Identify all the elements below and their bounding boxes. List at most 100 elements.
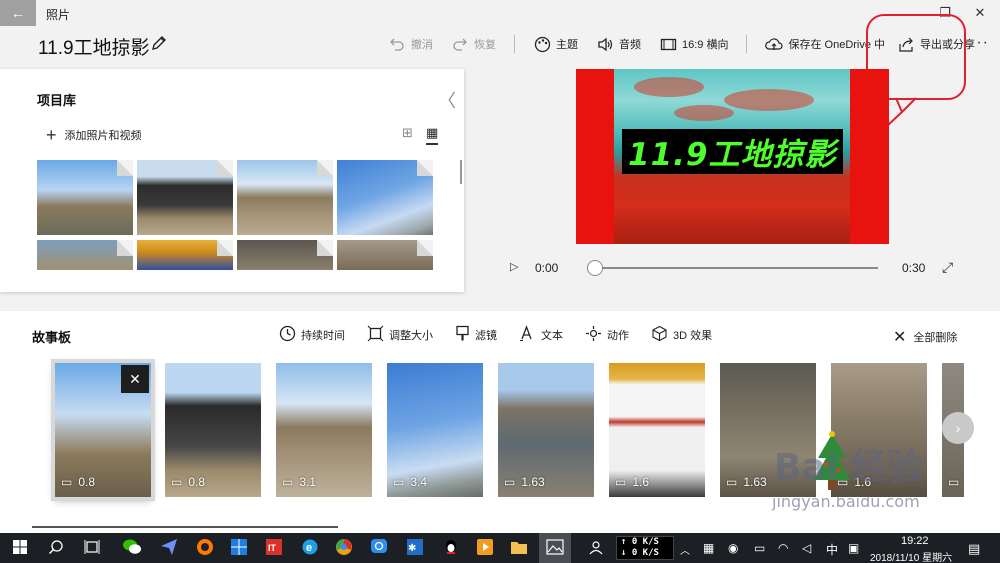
svg-text:✱: ✱ xyxy=(408,543,416,554)
text-icon xyxy=(519,325,536,345)
svg-text:IT: IT xyxy=(268,543,277,553)
clip-duration: ▭ 1.63 xyxy=(504,475,545,489)
clip-duration-value: 1.6 xyxy=(632,475,650,489)
current-time: 0:00 xyxy=(535,261,559,275)
library-item[interactable] xyxy=(137,240,233,270)
preview-cloud xyxy=(724,89,814,111)
storyboard-clip[interactable]: ▭ 0.8 xyxy=(165,363,261,497)
storyboard-toolbar: 持续时间 调整大小 滤镜 文本 动作 3D 效果 xyxy=(279,325,734,345)
tray-grid-icon[interactable]: ▦ xyxy=(703,541,714,555)
filters-button[interactable]: 滤镜 xyxy=(455,325,497,345)
storyboard-clip[interactable]: ▭ 1.6 xyxy=(831,363,927,497)
total-time: 0:30 xyxy=(902,261,926,275)
people-button[interactable] xyxy=(586,536,610,560)
clock-date[interactable]: 2018/11/10 星期六 xyxy=(870,549,952,563)
resize-button[interactable]: 调整大小 xyxy=(367,325,433,345)
duration-button[interactable]: 持续时间 xyxy=(279,325,345,345)
image-icon: ▭ xyxy=(504,475,516,489)
people-icon xyxy=(589,539,607,558)
3d-effects-icon xyxy=(651,325,668,345)
ime-mode-icon[interactable]: ▣ xyxy=(848,541,859,555)
library-item[interactable] xyxy=(137,160,233,235)
video-player-icon xyxy=(476,538,494,559)
resize-label: 调整大小 xyxy=(389,330,433,342)
motion-icon xyxy=(585,325,602,345)
remove-all-label: 全部删除 xyxy=(913,332,958,344)
clip-duration: ▭ xyxy=(948,475,964,489)
taskbar-app-chrome[interactable] xyxy=(332,536,356,560)
storyboard-panel: 故事板 持续时间 调整大小 滤镜 文本 动作 3D 效果 ✕ 全部删除 ✕ ▭ … xyxy=(0,311,1000,533)
taskbar-app-store[interactable]: ✱ xyxy=(403,536,427,560)
storyboard-clip[interactable]: ▭ 1.63 xyxy=(498,363,594,497)
battery-icon[interactable]: ▭ xyxy=(754,541,765,555)
wifi-icon[interactable]: ◠ xyxy=(778,541,788,555)
remove-all-button[interactable]: ✕ 全部删除 xyxy=(893,327,957,347)
taskbar-app-qq-pinyin[interactable] xyxy=(367,536,391,560)
storyboard-next-button[interactable]: › xyxy=(942,412,974,444)
duration-label: 持续时间 xyxy=(301,330,345,342)
storyboard-scrollbar[interactable] xyxy=(32,526,338,528)
ie-browser-icon: e xyxy=(301,538,319,559)
preview-cloud xyxy=(674,105,734,121)
library-scrollbar[interactable] xyxy=(460,160,462,184)
large-grid-view-icon[interactable]: ▦ xyxy=(426,125,439,145)
taskbar-app-qq[interactable] xyxy=(439,536,463,560)
library-item[interactable] xyxy=(37,240,133,270)
taskbar-app-video[interactable] xyxy=(473,536,497,560)
storyboard-clip[interactable]: ▭ 3.4 xyxy=(387,363,483,497)
taskbar-app-it[interactable]: IT xyxy=(262,536,286,560)
library-item[interactable] xyxy=(237,240,333,270)
storyboard-clip[interactable]: ▭ 1.63 xyxy=(720,363,816,497)
fullscreen-icon[interactable]: ⤢ xyxy=(942,259,953,276)
play-icon[interactable]: ▷ xyxy=(510,260,518,273)
add-photos-videos-button[interactable]: + 添加照片和视频 xyxy=(46,126,142,144)
library-item[interactable] xyxy=(237,160,333,235)
close-x-icon: ✕ xyxy=(893,329,907,346)
motion-label: 动作 xyxy=(607,330,629,342)
tray-show-hidden-icon[interactable]: ︿ xyxy=(680,542,690,557)
image-icon: ▭ xyxy=(393,475,405,489)
chevron-right-icon: › xyxy=(955,420,961,436)
clock-time[interactable]: 19:22 xyxy=(901,535,929,547)
3d-effects-button[interactable]: 3D 效果 xyxy=(651,325,712,345)
blue-bubble-icon xyxy=(370,538,388,559)
taskbar-app-file-explorer[interactable] xyxy=(507,536,531,560)
taskbar-app-firefox[interactable] xyxy=(193,536,217,560)
windows-taskbar: IT e ✱ ↑ 0 K/S ↓ 0 K/S ︿ ▦ ◉ ▭ ◠ ◁ 中 ▣ 1… xyxy=(0,533,1000,563)
clip-duration: ▭ 1.6 xyxy=(837,475,871,489)
ime-language[interactable]: 中 xyxy=(826,541,838,558)
start-button[interactable] xyxy=(8,536,32,560)
library-item[interactable] xyxy=(337,240,433,270)
library-item[interactable] xyxy=(37,160,133,235)
taskbar-app-feishu[interactable] xyxy=(157,536,181,560)
clip-duration-value: 0.8 xyxy=(78,475,96,489)
search-button[interactable] xyxy=(44,536,68,560)
seek-handle[interactable] xyxy=(587,260,603,276)
text-button[interactable]: 文本 xyxy=(519,325,563,345)
collapse-chevron-icon[interactable]: 〈 xyxy=(438,87,456,113)
storyboard-clip[interactable]: ▭ 1.6 xyxy=(609,363,705,497)
storyboard-clip[interactable]: ▭ 3.1 xyxy=(276,363,372,497)
taskbar-app-calculator[interactable] xyxy=(227,536,251,560)
taskbar-app-ie[interactable]: e xyxy=(298,536,322,560)
volume-icon[interactable]: ◁ xyxy=(802,541,811,555)
image-icon: ▭ xyxy=(948,475,960,489)
chrome-icon xyxy=(335,538,353,559)
storyboard-clip[interactable]: ✕ ▭ 0.8 xyxy=(55,363,151,497)
taskbar-app-photos-active[interactable] xyxy=(539,533,571,563)
library-item[interactable] xyxy=(337,160,433,235)
taskbar-app-wechat[interactable] xyxy=(120,536,144,560)
clip-close-button[interactable]: ✕ xyxy=(121,365,149,393)
seek-bar[interactable] xyxy=(596,267,878,269)
filter-brush-icon xyxy=(455,325,470,345)
network-speed-meter: ↑ 0 K/S ↓ 0 K/S xyxy=(616,536,674,560)
red-it-icon: IT xyxy=(265,538,283,559)
task-view-button[interactable] xyxy=(80,536,104,560)
close-icon: ✕ xyxy=(129,370,141,387)
image-icon: ▭ xyxy=(61,475,73,489)
paper-plane-icon xyxy=(160,538,178,559)
notification-icon[interactable]: ▤ xyxy=(968,541,980,557)
small-grid-view-icon[interactable]: ⊞ xyxy=(402,125,413,141)
motion-button[interactable]: 动作 xyxy=(585,325,629,345)
tray-app-icon[interactable]: ◉ xyxy=(728,541,738,555)
